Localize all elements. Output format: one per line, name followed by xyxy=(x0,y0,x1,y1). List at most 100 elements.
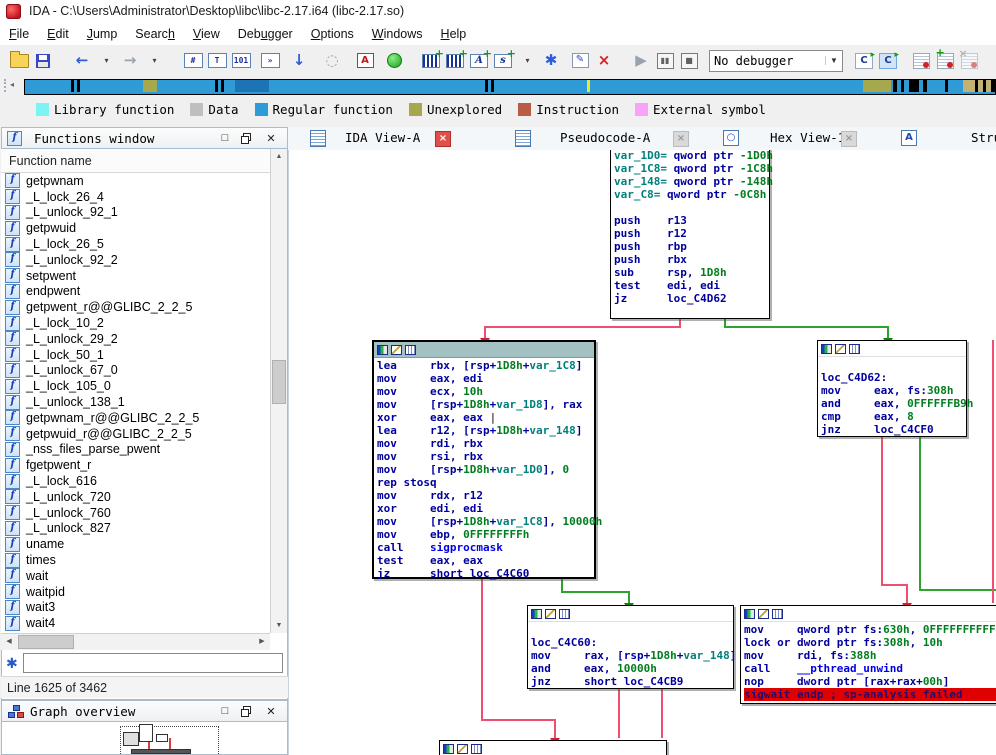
jump-xref-icon-button[interactable]: » xyxy=(259,49,281,73)
block-color-icon[interactable] xyxy=(443,744,454,754)
analysis-warning-icon-button[interactable]: A xyxy=(354,49,376,73)
maximize-button[interactable]: □ xyxy=(217,132,233,144)
menu-search[interactable]: Search xyxy=(126,24,184,44)
function-list-item[interactable]: f_L_lock_105_0 xyxy=(1,378,270,394)
menu-debugger[interactable]: Debugger xyxy=(229,24,302,44)
forward-icon-button[interactable]: → xyxy=(119,49,141,73)
block-edit-icon[interactable] xyxy=(457,744,468,754)
block-color-icon[interactable] xyxy=(821,344,832,354)
function-list-item[interactable]: fgetpwnam xyxy=(1,173,270,189)
debug-stop-icon-button[interactable]: ■ xyxy=(678,49,700,73)
scroll-down-icon[interactable]: ▼ xyxy=(271,618,287,633)
open-file-icon-button[interactable] xyxy=(8,49,30,73)
block-group-icon[interactable] xyxy=(772,609,783,619)
function-list-item[interactable]: f_nss_files_parse_pwent xyxy=(1,442,270,458)
function-list-item[interactable]: f_L_lock_10_2 xyxy=(1,315,270,331)
function-list-item[interactable]: f_L_unlock_760 xyxy=(1,505,270,521)
function-list-item[interactable]: f_L_unlock_827 xyxy=(1,521,270,537)
tab-ida-view-a[interactable]: IDA View-A xyxy=(345,127,420,149)
tab-close-icon[interactable]: × xyxy=(435,131,451,147)
block-edit-icon[interactable] xyxy=(391,345,402,355)
tab-hex-view-1[interactable]: Hex View-1 xyxy=(770,127,845,149)
function-list-item[interactable]: fwait xyxy=(1,568,270,584)
debugger-select[interactable]: No debugger▼ xyxy=(709,50,843,72)
block-entry[interactable]: var_1D8= qword ptr -1D8hvar_1D0= qword p… xyxy=(610,150,770,319)
function-list-item[interactable]: fwait3 xyxy=(1,600,270,616)
analysis-ok-icon-button[interactable] xyxy=(383,49,405,73)
menu-view[interactable]: View xyxy=(184,24,229,44)
function-list-item[interactable]: f_L_lock_26_4 xyxy=(1,189,270,205)
debug-pause-icon-button[interactable]: ▮▮ xyxy=(654,49,676,73)
function-list-item[interactable]: fgetpwuid_r@@GLIBC_2_2_5 xyxy=(1,426,270,442)
filter-input[interactable] xyxy=(23,653,283,673)
function-list-item[interactable]: f_L_unlock_92_2 xyxy=(1,252,270,268)
scroll-up-icon[interactable]: ▲ xyxy=(271,149,287,164)
make-code-icon-button[interactable] xyxy=(420,49,442,73)
make-struct-icon-button[interactable]: s xyxy=(492,49,514,73)
close-button[interactable]: ✕ xyxy=(263,132,279,145)
menu-windows[interactable]: Windows xyxy=(363,24,432,44)
block-edit-icon[interactable] xyxy=(758,609,769,619)
graph-view-canvas[interactable]: var_1D8= qword ptr -1D8hvar_1D0= qword p… xyxy=(288,150,996,755)
breakpoint-list-icon-button[interactable] xyxy=(910,49,932,73)
menu-help[interactable]: Help xyxy=(432,24,476,44)
detach-process-icon-button[interactable]: C xyxy=(877,49,899,73)
jump-down-icon-button[interactable]: ↓ xyxy=(288,49,310,73)
block-group-icon[interactable] xyxy=(559,609,570,619)
jump-name-icon-button[interactable]: T xyxy=(206,49,228,73)
drag-handle[interactable] xyxy=(4,79,9,92)
attach-process-icon-button[interactable]: C xyxy=(853,49,875,73)
horizontal-scrollbar-thumb[interactable] xyxy=(18,635,74,649)
scroll-right-icon[interactable]: ▶ xyxy=(254,634,270,649)
tab-pseudocode-a[interactable]: Pseudocode-A xyxy=(560,127,650,149)
forward-caret-icon-button[interactable]: ▾ xyxy=(143,49,165,73)
function-list-item[interactable]: f_L_unlock_138_1 xyxy=(1,394,270,410)
graph-overview-map[interactable] xyxy=(1,722,288,755)
menu-file[interactable]: File xyxy=(0,24,38,44)
restore-button[interactable] xyxy=(241,133,251,143)
block-loc-c4c60[interactable]: loc_C4C60:mov rax, [rsp+1D8h+var_148]and… xyxy=(527,605,734,689)
function-list-item[interactable]: f_L_lock_616 xyxy=(1,473,270,489)
delete-function-icon-button[interactable]: × xyxy=(593,49,615,73)
menu-options[interactable]: Options xyxy=(302,24,363,44)
function-name-column-header[interactable]: Function name xyxy=(1,149,270,173)
vertical-scrollbar-thumb[interactable] xyxy=(272,360,286,404)
block-edit-icon[interactable] xyxy=(545,609,556,619)
jump-number-icon-button[interactable]: 101 xyxy=(230,49,252,73)
make-string-icon-button[interactable]: A xyxy=(468,49,490,73)
function-list-item[interactable]: fwait4 xyxy=(1,615,270,631)
make-unknown-icon-button[interactable]: ✱ xyxy=(540,49,562,73)
back-caret-icon-button[interactable]: ▾ xyxy=(95,49,117,73)
function-list-item[interactable]: fwaitpid xyxy=(1,584,270,600)
block-group-icon[interactable] xyxy=(849,344,860,354)
tab-close-icon[interactable]: × xyxy=(673,131,689,147)
menu-jump[interactable]: Jump xyxy=(78,24,127,44)
function-list-item[interactable]: f_L_unlock_29_2 xyxy=(1,331,270,347)
block-unwind[interactable]: mov qword ptr fs:630h, 0FFFFFFFFFFFFFFFF… xyxy=(740,605,996,704)
dropdown-caret-icon[interactable]: ▼ xyxy=(825,56,842,65)
save-icon-button[interactable] xyxy=(32,49,54,73)
make-data-icon-button[interactable] xyxy=(444,49,466,73)
restore-button[interactable] xyxy=(241,706,251,716)
block-color-icon[interactable] xyxy=(531,609,542,619)
menu-edit[interactable]: Edit xyxy=(38,24,78,44)
function-list-item[interactable]: f_L_lock_26_5 xyxy=(1,236,270,252)
function-list-item[interactable]: fgetpwent_r@@GLIBC_2_2_5 xyxy=(1,299,270,315)
function-list-item[interactable]: ftimes xyxy=(1,552,270,568)
function-list-item[interactable]: f_L_unlock_92_1 xyxy=(1,205,270,221)
block-group-icon[interactable] xyxy=(471,744,482,754)
function-list-item[interactable]: funame xyxy=(1,536,270,552)
tab-stru[interactable]: Stru xyxy=(971,127,996,149)
block-current[interactable]: lea rbx, [rsp+1D8h+var_1C8]mov eax, edim… xyxy=(372,340,596,579)
function-list-item[interactable]: fgetpwuid xyxy=(1,220,270,236)
edit-function-icon-button[interactable]: ✎ xyxy=(569,49,591,73)
block-loc-c4d62[interactable]: loc_C4D62:mov eax, fs:308hand eax, 0FFFF… xyxy=(817,340,967,437)
tab-close-icon[interactable]: × xyxy=(841,131,857,147)
block-bottom-partial[interactable] xyxy=(439,740,667,755)
maximize-button[interactable]: □ xyxy=(217,705,233,717)
function-list-item[interactable]: f_L_unlock_720 xyxy=(1,489,270,505)
tracker-icon-button[interactable]: ◌ xyxy=(321,49,343,73)
navigation-band[interactable] xyxy=(24,79,996,95)
block-group-icon[interactable] xyxy=(405,345,416,355)
block-edit-icon[interactable] xyxy=(835,344,846,354)
